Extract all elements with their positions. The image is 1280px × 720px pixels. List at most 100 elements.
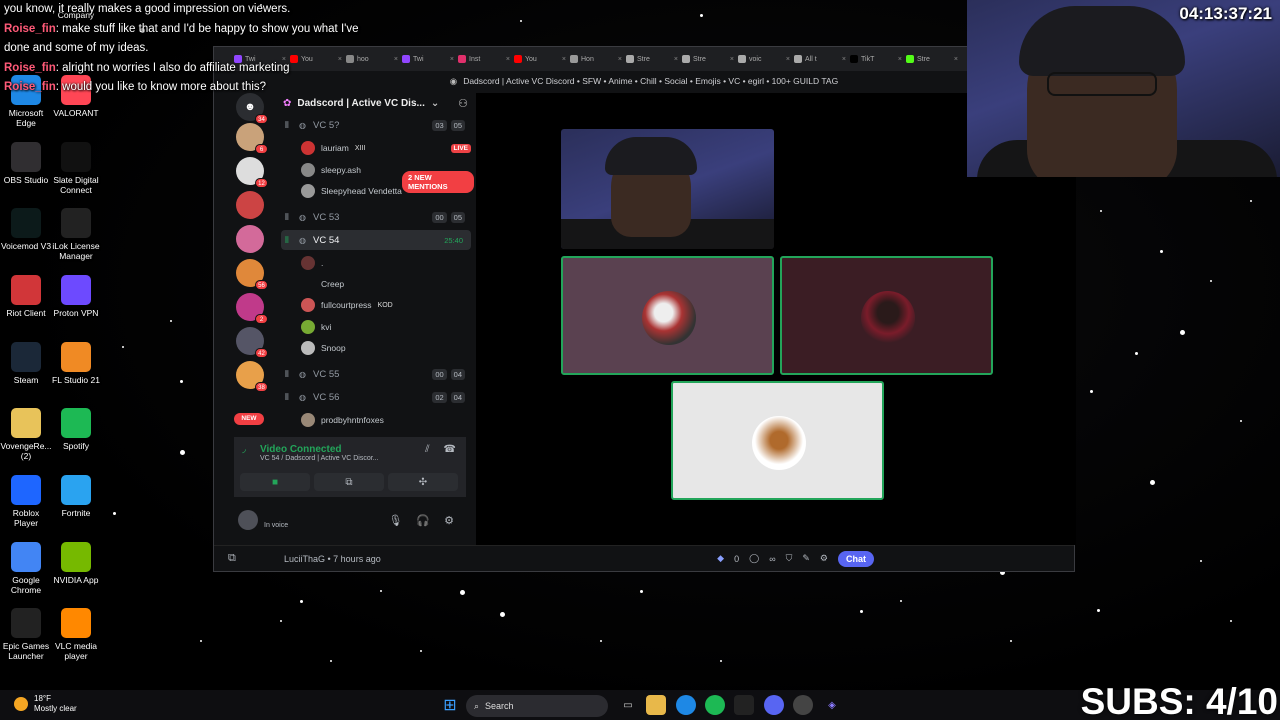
windows-start-icon[interactable]: ⊞ [440,695,460,715]
browser-tab[interactable]: Stre × [626,55,678,63]
headphones-icon[interactable]: 🎧 [416,514,430,527]
close-tab-icon[interactable]: × [618,56,622,63]
tab-favicon-icon [570,55,578,63]
close-tab-icon[interactable]: × [674,56,678,63]
close-tab-icon[interactable]: × [562,56,566,63]
voice-member[interactable]: . [301,253,471,273]
gear-icon[interactable]: ⚙ [820,553,828,564]
close-tab-icon[interactable]: × [954,56,958,63]
desktop-icon[interactable]: Voicemod V3 [0,208,52,251]
channel-name: VC 53 [313,211,340,223]
tab-label: All t [805,55,817,63]
server-icon[interactable]: 42 [236,327,268,358]
new-mentions-pill[interactable]: 2 NEW MENTIONS [402,171,474,193]
task-view-icon[interactable]: ▭ [618,695,638,715]
browser-tab[interactable]: Hon × [570,55,622,63]
chat-button[interactable]: Chat [838,550,874,567]
proton-vpn-icon[interactable]: ◈ [822,695,842,715]
channel-vc54[interactable]: ⫴ ◍ VC 54 25:40 [281,230,471,250]
desktop-icon[interactable]: VovengeRe... (2) [0,408,52,461]
spotify-icon[interactable] [705,695,725,715]
discord-icon: ◉ [449,75,458,86]
shield-icon[interactable]: ⛉ [786,553,793,564]
video-tile-participant[interactable] [671,381,884,500]
desktop-icon[interactable]: Epic Games Launcher [0,608,52,661]
browser-tab[interactable]: Stre × [682,55,734,63]
voice-member[interactable]: kvi [301,317,471,337]
close-tab-icon[interactable]: × [842,56,846,63]
desktop-icon[interactable]: OBS Studio [0,142,52,185]
screen-share-button[interactable]: ⧉ [314,473,384,491]
loop-icon[interactable]: ◯ [749,553,759,564]
browser-tab[interactable]: All t × [794,55,846,63]
desktop-icon[interactable]: Google Chrome [0,542,52,595]
new-servers-pill[interactable]: NEW [234,413,264,425]
desktop-icon-label: Steam [13,375,39,385]
voice-member[interactable]: Creep [301,274,471,294]
close-tab-icon[interactable]: × [730,56,734,63]
browser-tab[interactable]: TikT × [850,55,902,63]
edge-icon[interactable] [676,695,696,715]
post-author: LuciiThaG • 7 hours ago [284,553,381,564]
avatar[interactable] [238,510,258,530]
diamond-icon[interactable]: ◆ [717,553,724,564]
obs-taskbar-icon[interactable] [793,695,813,715]
video-tile-participant[interactable] [561,256,774,375]
channel-vc53-top[interactable]: ⫴ ◍ VC 5? 03 05 [281,115,471,135]
close-tab-icon[interactable]: × [786,56,790,63]
voice-member[interactable]: prodbyhntnfoxes [301,410,471,430]
desktop-icon[interactable]: Spotify [50,408,102,451]
channel-vc53[interactable]: ⫴ ◍ VC 53 00 05 [281,207,471,227]
taskbar-search[interactable]: ⌕ Search [466,695,608,717]
activities-button[interactable]: ✣ [388,473,458,491]
server-icon[interactable]: 12 [236,157,268,188]
weather-widget[interactable]: 18°F Mostly clear [14,694,77,714]
desktop-icon[interactable]: Roblox Player [0,475,52,528]
desktop-icon-label: VALORANT [53,108,99,118]
close-tab-icon[interactable]: × [506,56,510,63]
microphone-icon[interactable]: 🎙 [388,514,402,527]
close-tab-icon[interactable]: × [450,56,454,63]
server-icon[interactable] [236,225,264,253]
server-icon[interactable]: 2 [236,293,268,324]
video-tile-participant[interactable] [780,256,993,375]
desktop-icon[interactable]: Slate Digital Connect [50,142,102,195]
browser-tab[interactable]: Inst × [458,55,510,63]
voice-member[interactable]: Snoop [301,338,471,358]
desktop-icon-label: Roblox Player [12,508,40,528]
desktop-icon[interactable]: VLC media player [50,608,102,661]
desktop-icon[interactable]: Riot Client [0,275,52,318]
browser-tab[interactable]: voic × [738,55,790,63]
popout-icon[interactable]: ⧉ [228,552,236,565]
app-icon [11,475,41,505]
desktop-icon[interactable]: Proton VPN [50,275,102,318]
discord-taskbar-icon[interactable] [764,695,784,715]
file-explorer-icon[interactable] [646,695,666,715]
voice-member[interactable]: lauriam XIII LIVE [301,138,471,158]
channel-vc56[interactable]: ⫴ ◍ VC 56 02 04 [281,387,471,407]
server-icon[interactable] [236,191,264,219]
browser-tab[interactable]: You × [514,55,566,63]
desktop-icon[interactable]: FL Studio 21 [50,342,102,385]
server-icon[interactable]: 6 [236,123,268,154]
desktop-icon[interactable]: Fortnite [50,475,102,518]
add-user-icon[interactable]: ⚇ [458,97,468,110]
desktop-icon[interactable]: Steam [0,342,52,385]
app-icon [11,608,41,638]
close-tab-icon[interactable]: × [898,56,902,63]
desktop-icon[interactable]: iLok License Manager [50,208,102,261]
disconnect-icon[interactable]: ☎ [444,444,456,455]
terminal-icon[interactable] [734,695,754,715]
noise-suppression-icon[interactable]: ⫽ [425,444,429,455]
gear-icon[interactable]: ⚙ [444,514,454,527]
channel-vc55[interactable]: ⫴ ◍ VC 55 00 04 [281,364,471,384]
tools-icon[interactable]: ✎ [802,553,810,564]
camera-button[interactable]: ■ [240,473,310,491]
browser-tab[interactable]: Stre × [906,55,958,63]
server-icon[interactable]: 56 [236,259,268,290]
voice-member[interactable]: fullcourtpress KOD [301,295,471,315]
guild-tag: KOD [377,301,393,309]
video-tile-camera[interactable] [561,129,774,249]
server-icon[interactable]: 38 [236,361,268,392]
desktop-icon[interactable]: NVIDIA App [50,542,102,585]
